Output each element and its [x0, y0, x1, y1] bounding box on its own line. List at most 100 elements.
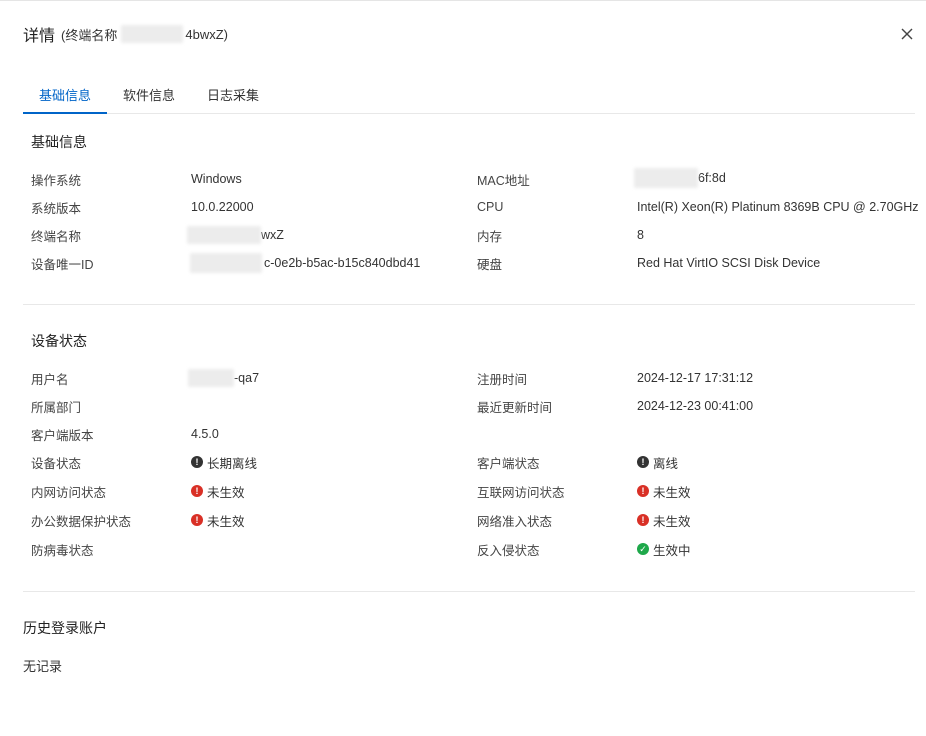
info-row: MAC地址: [477, 169, 530, 189]
info-row: 操作系统: [31, 169, 81, 189]
redacted-mask: [190, 253, 262, 273]
basic-info-heading: 基础信息: [31, 134, 87, 150]
red-alert-icon: !: [637, 514, 649, 526]
info-value: 8: [637, 225, 644, 245]
info-row: 内存: [477, 225, 502, 245]
tab-bar: 基础信息 软件信息 日志采集: [23, 80, 915, 114]
status-value: ! 长期离线: [191, 452, 257, 472]
info-label: 硬盘: [477, 257, 503, 272]
status-label: 网络准入状态: [477, 514, 553, 529]
status-row: 互联网访问状态: [477, 481, 565, 501]
status-label: 内网访问状态: [31, 485, 107, 500]
status-row: 防病毒状态: [31, 539, 94, 559]
status-value: ! 离线: [637, 452, 678, 472]
client-status-value: 离线: [653, 456, 679, 471]
info-row: 硬盘: [477, 253, 502, 273]
status-row: 客户端状态: [477, 452, 540, 472]
subtitle-suffix: 4bwxZ): [185, 26, 228, 42]
tab-software-info[interactable]: 软件信息: [107, 80, 191, 113]
internet-status-value: 未生效: [653, 485, 691, 500]
redacted-mask: [187, 226, 261, 244]
tab-basic-info[interactable]: 基础信息: [23, 80, 108, 114]
login-history-heading: 历史登录账户: [23, 620, 107, 636]
status-value: -qa7: [188, 368, 259, 388]
intranet-status-value: 未生效: [207, 485, 245, 500]
info-value: 10.0.22000: [191, 197, 254, 217]
subtitle-prefix: (终端名称: [61, 27, 118, 43]
disk-value: Red Hat VirtIO SCSI Disk Device: [637, 256, 821, 270]
info-value: Windows: [191, 169, 242, 189]
anti-intrusion-status-value: 生效中: [653, 543, 691, 558]
redacted-mask: [121, 25, 184, 43]
status-label: 防病毒状态: [31, 543, 94, 558]
username-value: -qa7: [234, 371, 260, 385]
status-label: 所属部门: [31, 400, 82, 415]
top-border: [0, 0, 926, 1]
green-check-icon: ✓: [637, 543, 649, 555]
dark-alert-icon: !: [191, 456, 203, 468]
status-label: 注册时间: [477, 372, 528, 387]
client-version-value: 4.5.0: [191, 427, 219, 441]
status-label: 设备状态: [31, 456, 82, 471]
red-alert-icon: !: [191, 485, 203, 497]
status-value: ! 未生效: [637, 481, 691, 501]
status-value: ! 未生效: [637, 510, 691, 530]
status-label: 用户名: [31, 372, 69, 387]
info-row: 设备唯一ID: [31, 253, 94, 273]
status-value: ! 未生效: [191, 510, 245, 530]
info-label: 设备唯一ID: [31, 257, 94, 272]
info-label: CPU: [477, 200, 504, 214]
status-row: 反入侵状态: [477, 539, 540, 559]
terminal-name-value: wxZ: [261, 228, 284, 242]
empty-state-text: 无记录: [23, 658, 63, 674]
status-value: 2024-12-23 00:41:00: [637, 396, 753, 416]
info-value: wxZ: [187, 225, 284, 245]
status-value: ! 未生效: [191, 481, 245, 501]
last-update-time-value: 2024-12-23 00:41:00: [637, 399, 754, 413]
tab-log-collection[interactable]: 日志采集: [191, 80, 275, 113]
status-row: 设备状态: [31, 452, 81, 472]
status-value: 2024-12-17 17:31:12: [637, 368, 753, 388]
status-row: 内网访问状态: [31, 481, 106, 501]
info-label: 内存: [477, 229, 503, 244]
info-value: Intel(R) Xeon(R) Platinum 8369B CPU @ 2.…: [637, 197, 919, 217]
close-icon[interactable]: [898, 25, 916, 43]
data-protection-status-value: 未生效: [207, 514, 245, 529]
status-label: 客户端状态: [477, 456, 540, 471]
drawer-header: 详情 (终端名称 4bwxZ): [23, 22, 228, 46]
status-row: 网络准入状态: [477, 510, 552, 530]
network-admission-status-value: 未生效: [653, 514, 691, 529]
status-value: 4.5.0: [191, 424, 219, 444]
info-label: 终端名称: [31, 229, 82, 244]
info-row: 终端名称: [31, 225, 81, 245]
status-row: 办公数据保护状态: [31, 510, 131, 530]
section-divider: [23, 591, 915, 592]
redacted-mask: [634, 168, 698, 188]
status-label: 办公数据保护状态: [31, 514, 132, 529]
info-row: 系统版本: [31, 197, 81, 217]
info-label: MAC地址: [477, 173, 530, 188]
os-value: Windows: [191, 172, 242, 186]
status-row: 最近更新时间: [477, 396, 552, 416]
status-label: 最近更新时间: [477, 400, 553, 415]
info-label: 系统版本: [31, 201, 82, 216]
device-status-value: 长期离线: [207, 456, 258, 471]
info-label: 操作系统: [31, 173, 82, 188]
status-row: 用户名: [31, 368, 69, 388]
empty-state: 无记录: [23, 655, 62, 675]
info-value: Red Hat VirtIO SCSI Disk Device: [637, 253, 820, 273]
device-status-heading: 设备状态: [31, 333, 87, 349]
status-row: 注册时间: [477, 368, 527, 388]
status-label: 反入侵状态: [477, 543, 540, 558]
status-label: 客户端版本: [31, 428, 94, 443]
device-id-value: c-0e2b-b5ac-b15c840dbd41: [264, 256, 421, 270]
drawer-title: 详情: [23, 28, 56, 45]
dark-alert-icon: !: [637, 456, 649, 468]
cpu-value: Intel(R) Xeon(R) Platinum 8369B CPU @ 2.…: [637, 200, 919, 214]
os-version-value: 10.0.22000: [191, 200, 254, 214]
status-value: ✓ 生效中: [637, 539, 691, 559]
section-divider: [23, 304, 915, 305]
info-value: c-0e2b-b5ac-b15c840dbd41: [190, 253, 420, 273]
redacted-mask: [188, 369, 234, 387]
mac-value: 6f:8d: [698, 171, 726, 185]
